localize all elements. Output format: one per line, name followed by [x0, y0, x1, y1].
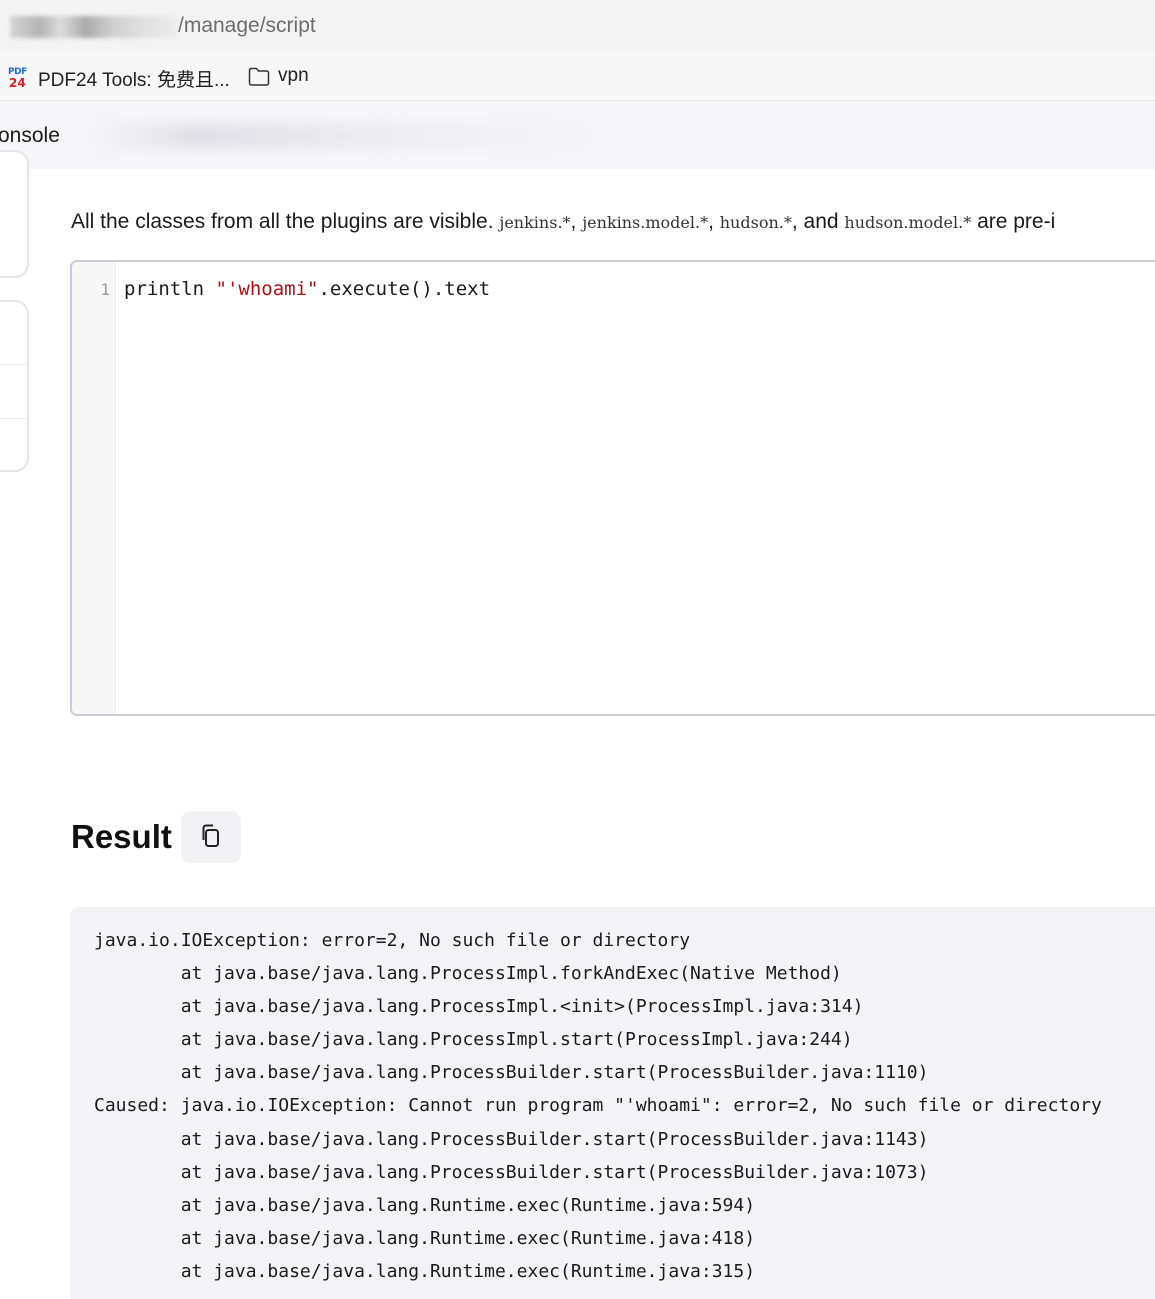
output-line: Caused: java.io.IOException: Cannot run … [94, 1095, 1102, 1116]
package-name: hudson.model.* [844, 213, 972, 232]
folder-icon [248, 67, 270, 86]
url-path[interactable]: /manage/script [178, 14, 316, 38]
package-name: jenkins.* [499, 213, 571, 232]
line-number: 1 [100, 280, 110, 299]
divider [0, 364, 27, 365]
code-string-token: "'whoami" [215, 278, 319, 300]
output-line: java.io.IOException: error=2, No such fi… [94, 930, 691, 951]
script-editor[interactable]: 1 println "'whoami".execute().text [70, 260, 1155, 716]
description-text: All the classes from all the plugins are… [71, 210, 494, 233]
copy-button[interactable] [181, 811, 241, 863]
divider [0, 418, 27, 419]
output-line: at java.base/java.lang.ProcessImpl.start… [94, 1029, 853, 1050]
code-line[interactable]: println "'whoami".execute().text [124, 278, 490, 300]
package-name: jenkins.model.* [582, 213, 709, 232]
description-text: are pre-i [977, 210, 1056, 233]
blurred-host [10, 16, 178, 38]
output-line: at java.base/java.lang.Runtime.exec(Runt… [94, 1228, 756, 1249]
bookmark-pdf24[interactable]: PDF 24 PDF24 Tools: 免费且... [8, 65, 230, 92]
output-line: at java.base/java.lang.ProcessBuilder.st… [94, 1062, 929, 1083]
page-title: onsole [0, 124, 60, 147]
bookmarks-bar: PDF 24 PDF24 Tools: 免费且... vpn [0, 52, 1155, 101]
description-text: and [803, 210, 839, 233]
code-token: println [124, 278, 216, 300]
pdf24-icon: PDF 24 [8, 66, 27, 90]
bookmark-label: PDF24 Tools: 免费且... [38, 70, 230, 91]
output-line: at java.base/java.lang.ProcessBuilder.st… [94, 1129, 929, 1150]
script-console-description: All the classes from all the plugins are… [71, 210, 1056, 233]
copy-icon [199, 823, 223, 852]
line-gutter: 1 [72, 262, 116, 714]
page-header: onsole [0, 101, 1155, 169]
output-line: at java.base/java.lang.ProcessImpl.<init… [94, 996, 864, 1017]
output-line: at java.base/java.lang.ProcessBuilder.st… [94, 1162, 929, 1183]
side-panel-card [0, 150, 29, 278]
page: /manage/script PDF 24 PDF24 Tools: 免费且...… [0, 0, 1155, 1299]
result-heading: Result [71, 818, 172, 855]
blurred-breadcrumb [90, 123, 610, 149]
output-line: at java.base/java.lang.Runtime.exec(Runt… [94, 1261, 756, 1282]
bookmark-vpn[interactable]: vpn [248, 65, 309, 87]
output-line: at java.base/java.lang.ProcessImpl.forkA… [94, 963, 842, 984]
side-panel-card [0, 300, 29, 472]
output-line: at java.base/java.lang.Runtime.exec(Runt… [94, 1195, 756, 1216]
package-name: hudson.* [719, 213, 792, 232]
code-token: .execute().text [318, 278, 491, 300]
bookmark-label: vpn [278, 65, 309, 86]
address-bar[interactable]: /manage/script [0, 0, 1155, 52]
result-output: java.io.IOException: error=2, No such fi… [70, 907, 1155, 1299]
